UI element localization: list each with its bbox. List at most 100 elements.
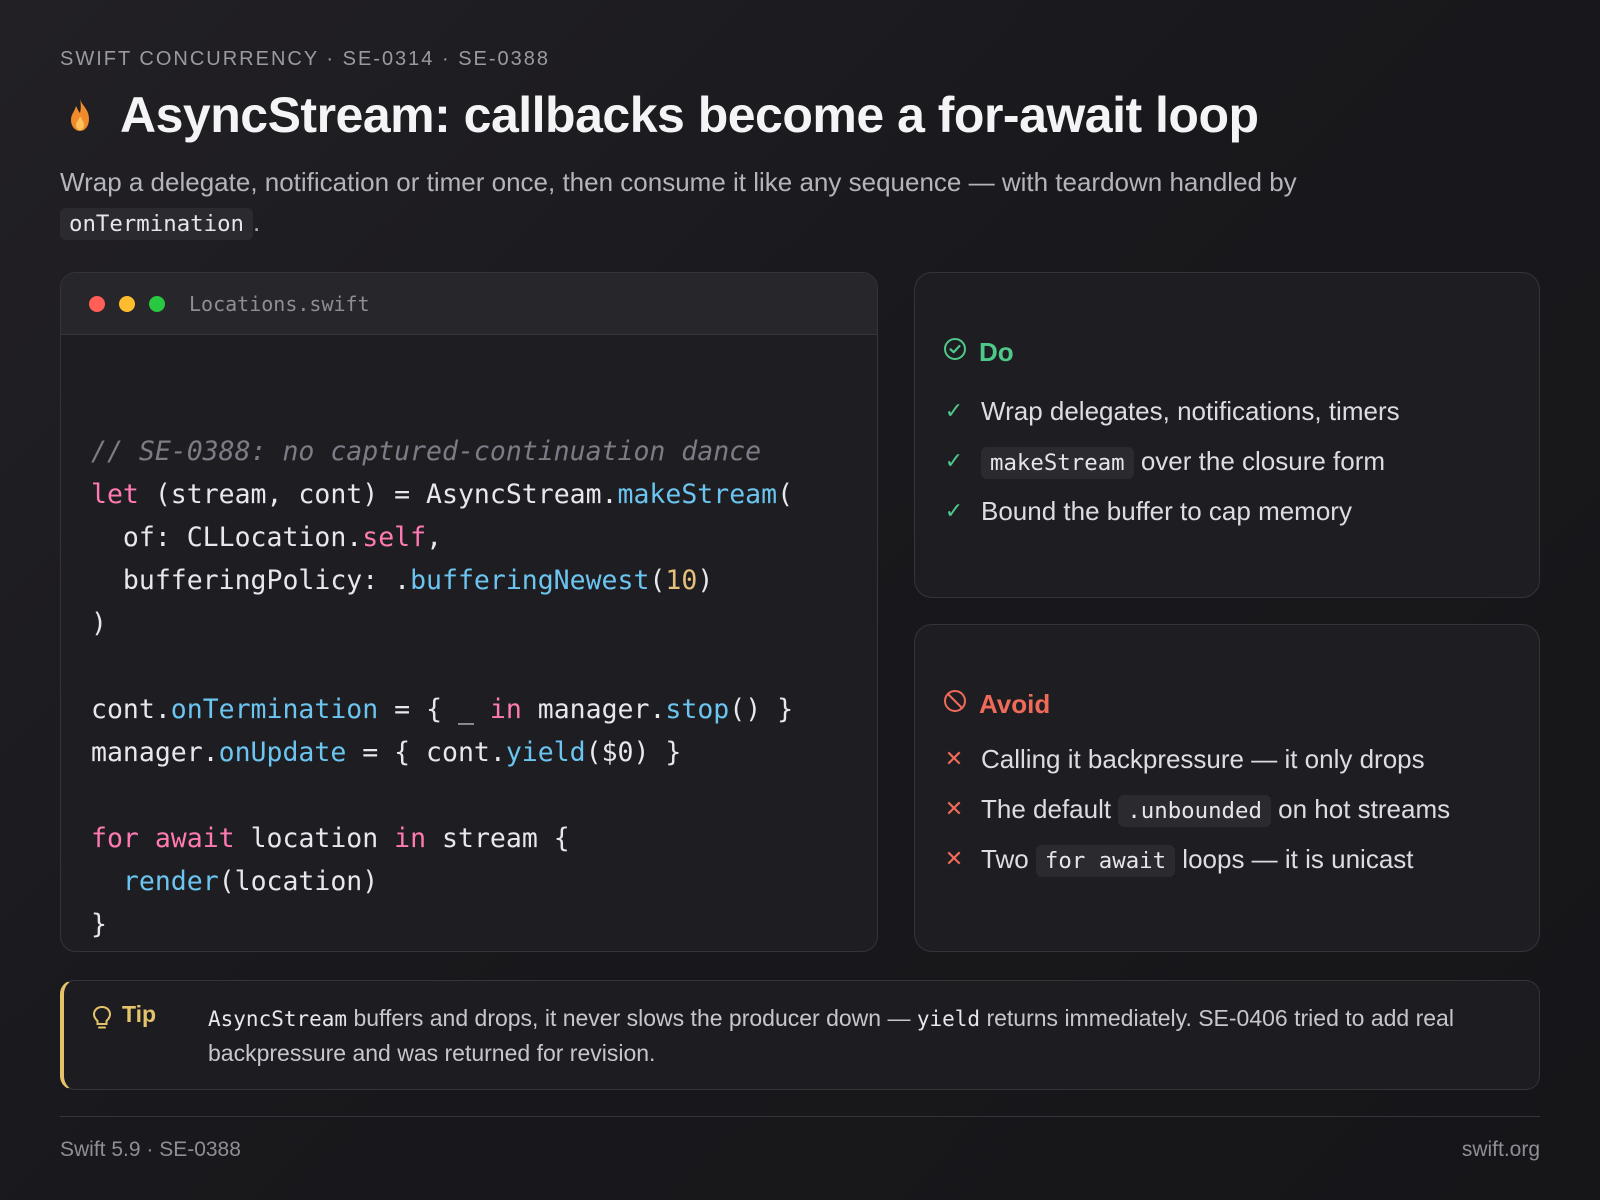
check-icon: ✓	[944, 448, 964, 473]
code-window: Locations.swift // SE-0388: no captured-…	[60, 272, 878, 952]
code-line: cont.onTermination = { _ in manager.stop…	[91, 688, 847, 731]
code-token: = { cont.	[346, 737, 506, 768]
window-close-dot	[89, 295, 105, 312]
code-token: makeStream	[617, 479, 778, 510]
code-token: bufferingPolicy: .	[91, 565, 411, 596]
title-row: AsyncStream: callbacks become a for-awai…	[60, 86, 1259, 144]
code-token: self	[362, 522, 427, 553]
flame-icon	[60, 87, 100, 143]
footer-version: Swift 5.9 · SE-0388	[60, 1138, 241, 1161]
subtitle-code-chip: onTermination	[60, 208, 253, 240]
avoid-list-item-text: Two for await loops — it is unicast	[981, 843, 1414, 877]
code-window-titlebar: Locations.swift	[61, 273, 877, 335]
cross-icon: ✕	[944, 746, 964, 771]
item-text-part: on hot streams	[1270, 793, 1451, 824]
code-token: }	[91, 909, 107, 940]
do-card-header: Do	[943, 337, 1511, 368]
tip-inline-code: yield	[916, 1007, 981, 1031]
avoid-list-item-text: The default .unbounded on hot streams	[981, 793, 1451, 827]
code-token: stream {	[426, 823, 570, 854]
do-list-item: ✓ Bound the buffer to cap memory	[943, 486, 1511, 536]
tip-text-part: buffers and drops, it never slows the pr…	[347, 1005, 917, 1031]
code-token: yield	[505, 737, 586, 768]
footer-divider	[60, 1116, 1540, 1117]
prohibited-icon	[943, 689, 967, 720]
avoid-list-item: ✕ Two for await loops — it is unicast	[943, 834, 1511, 884]
item-text-part: Two	[981, 843, 1036, 874]
item-text-part: Calling it backpressure — it only drops	[981, 743, 1425, 774]
code-token: () }	[729, 694, 794, 725]
code-token: (stream, cont) = AsyncStream.	[138, 479, 618, 510]
code-token: location	[234, 823, 395, 854]
code-token: stop	[665, 694, 730, 725]
code-token: bufferingNewest	[410, 565, 650, 596]
check-icon: ✓	[944, 398, 964, 423]
do-list-item-text: Wrap delegates, notifications, timers	[981, 396, 1400, 427]
tip-label: Tip	[92, 1001, 208, 1089]
code-token: onTermination	[170, 694, 379, 725]
code-token: 10	[665, 565, 698, 596]
code-token: in	[489, 694, 522, 725]
code-token: manager.	[91, 737, 219, 768]
code-token: cont.	[91, 694, 171, 725]
avoid-card-header: Avoid	[943, 689, 1511, 720]
avoid-list-item: ✕ The default .unbounded on hot streams	[943, 784, 1511, 834]
inline-code-chip: .unbounded	[1118, 794, 1271, 827]
code-line: }	[91, 903, 847, 946]
window-minimize-dot	[119, 295, 135, 312]
code-body: // SE-0388: no captured-continuation dan…	[61, 335, 877, 946]
footer-site-link[interactable]: swift.org	[1462, 1138, 1540, 1162]
code-token: ($0) }	[585, 737, 682, 768]
do-card-title: Do	[979, 337, 1014, 367]
item-text-part: loops — it is unicast	[1175, 843, 1414, 874]
code-token: in	[394, 823, 427, 854]
tip-label-text: Tip	[122, 1001, 157, 1027]
code-token: render	[122, 866, 219, 897]
code-line: for await location in stream {	[91, 817, 847, 860]
code-line: bufferingPolicy: .bufferingNewest(10)	[91, 559, 847, 602]
cross-icon: ✕	[944, 796, 964, 821]
avoid-card: Avoid ✕ Calling it backpressure — it only…	[914, 624, 1540, 952]
code-token: onUpdate	[218, 737, 347, 768]
subtitle-end: .	[253, 207, 261, 237]
avoid-list: ✕ Calling it backpressure — it only drops…	[943, 734, 1511, 884]
check-circle-icon	[943, 337, 967, 368]
item-text-part: over the closure form	[1133, 445, 1386, 476]
code-line: )	[91, 602, 847, 645]
avoid-card-title: Avoid	[979, 689, 1051, 719]
tip-callout: Tip AsyncStream buffers and drops, it ne…	[60, 980, 1540, 1090]
tip-inline-code: AsyncStream	[208, 1007, 348, 1031]
code-token: (	[649, 565, 666, 596]
avoid-list-item-text: Calling it backpressure — it only drops	[981, 744, 1425, 775]
cross-icon: ✕	[944, 846, 964, 871]
code-token: manager.	[521, 694, 666, 725]
lightbulb-icon	[92, 1005, 112, 1037]
page-title: AsyncStream: callbacks become a for-awai…	[120, 87, 1259, 143]
code-token: let	[91, 479, 139, 510]
eyebrow-label: SWIFT CONCURRENCY · SE-0314 · SE-0388	[60, 48, 551, 70]
window-zoom-dot	[149, 295, 165, 312]
avoid-list-item: ✕ Calling it backpressure — it only drops	[943, 734, 1511, 784]
inline-code-chip: for await	[1035, 844, 1176, 877]
inline-code-chip: makeStream	[981, 446, 1134, 479]
code-token: await	[154, 823, 235, 854]
code-token: (	[777, 479, 794, 510]
subtitle-text: Wrap a delegate, notification or timer o…	[60, 167, 1297, 197]
code-token: for	[91, 823, 139, 854]
do-list-item-text: Bound the buffer to cap memory	[981, 496, 1352, 527]
code-filename: Locations.swift	[189, 291, 370, 316]
item-text-part: Wrap delegates, notifications, timers	[981, 395, 1400, 426]
code-token: // SE-0388: no captured-continuation dan…	[91, 436, 762, 467]
do-list: ✓ Wrap delegates, notifications, timers ✓ m…	[943, 386, 1511, 536]
do-list-item: ✓ Wrap delegates, notifications, timers	[943, 386, 1511, 436]
code-line: of: CLLocation.self,	[91, 516, 847, 559]
subtitle: Wrap a delegate, notification or timer o…	[60, 162, 1480, 244]
item-text-part: The default	[981, 793, 1119, 824]
do-list-item: ✓ makeStream over the closure form	[943, 436, 1511, 486]
check-icon: ✓	[944, 498, 964, 523]
code-token: )	[697, 565, 714, 596]
